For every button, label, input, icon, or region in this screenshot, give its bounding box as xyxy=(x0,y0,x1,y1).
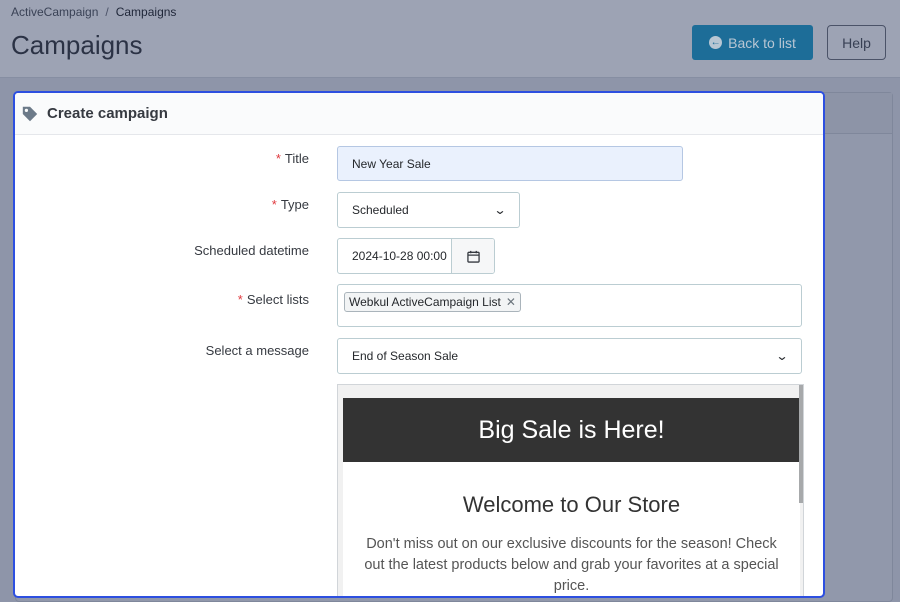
message-preview[interactable]: Big Sale is Here! Welcome to Our Store D… xyxy=(337,384,804,596)
scheduled-datetime-value: 2024-10-28 00:00 xyxy=(352,249,447,263)
breadcrumb-separator: / xyxy=(105,5,109,19)
page-header: ActiveCampaign / Campaigns Campaigns ← Bac… xyxy=(0,0,900,78)
list-chip: Webkul ActiveCampaign List ✕ xyxy=(344,292,521,312)
modal-header: Create campaign xyxy=(15,93,823,135)
modal-title: Create campaign xyxy=(47,105,168,122)
help-button[interactable]: Help xyxy=(827,25,886,60)
preview-body: Welcome to Our Store Don't miss out on o… xyxy=(343,462,800,596)
back-to-list-button[interactable]: ← Back to list xyxy=(692,25,813,60)
breadcrumb-current: Campaigns xyxy=(115,5,177,19)
preview-banner: Big Sale is Here! xyxy=(343,398,800,462)
preview-text: Don't miss out on our exclusive discount… xyxy=(364,536,779,594)
select-lists-label: * Select lists xyxy=(237,292,309,307)
type-label: * Type xyxy=(271,197,309,212)
remove-chip-icon[interactable]: ✕ xyxy=(506,295,516,309)
title-label: * Title xyxy=(275,151,309,166)
page-title: Campaigns xyxy=(11,30,143,60)
scheduled-datetime-input[interactable]: 2024-10-28 00:00 xyxy=(337,238,495,274)
calendar-button[interactable] xyxy=(451,239,494,273)
breadcrumb: ActiveCampaign / Campaigns xyxy=(11,5,176,19)
arrow-left-circle-icon: ← xyxy=(709,36,723,49)
required-marker: * xyxy=(237,292,243,307)
back-to-list-label: Back to list xyxy=(728,34,796,51)
title-input-value: New Year Sale xyxy=(352,156,431,171)
list-chip-label: Webkul ActiveCampaign List xyxy=(349,295,501,309)
required-marker: * xyxy=(271,197,277,212)
required-marker: * xyxy=(275,151,281,166)
chevron-down-icon: ⌄ xyxy=(775,349,789,363)
chevron-down-icon: ⌄ xyxy=(493,203,507,217)
title-input[interactable]: New Year Sale xyxy=(337,146,683,181)
scheduled-datetime-label: Scheduled datetime xyxy=(194,243,309,258)
breadcrumb-root[interactable]: ActiveCampaign xyxy=(11,5,98,19)
type-select-value: Scheduled xyxy=(352,203,409,217)
select-lists-input[interactable]: Webkul ActiveCampaign List ✕ xyxy=(337,284,802,327)
type-select[interactable]: Scheduled ⌄ xyxy=(337,192,520,228)
preview-heading: Welcome to Our Store xyxy=(462,492,681,517)
tag-icon xyxy=(22,106,38,121)
select-message-label: Select a message xyxy=(205,343,309,358)
message-select[interactable]: End of Season Sale ⌄ xyxy=(337,338,802,374)
create-campaign-modal: Create campaign * Title New Year Sale * Ty… xyxy=(13,91,825,598)
preview-scrollbar[interactable] xyxy=(799,385,803,503)
calendar-icon xyxy=(466,250,480,263)
message-select-value: End of Season Sale xyxy=(352,349,459,363)
